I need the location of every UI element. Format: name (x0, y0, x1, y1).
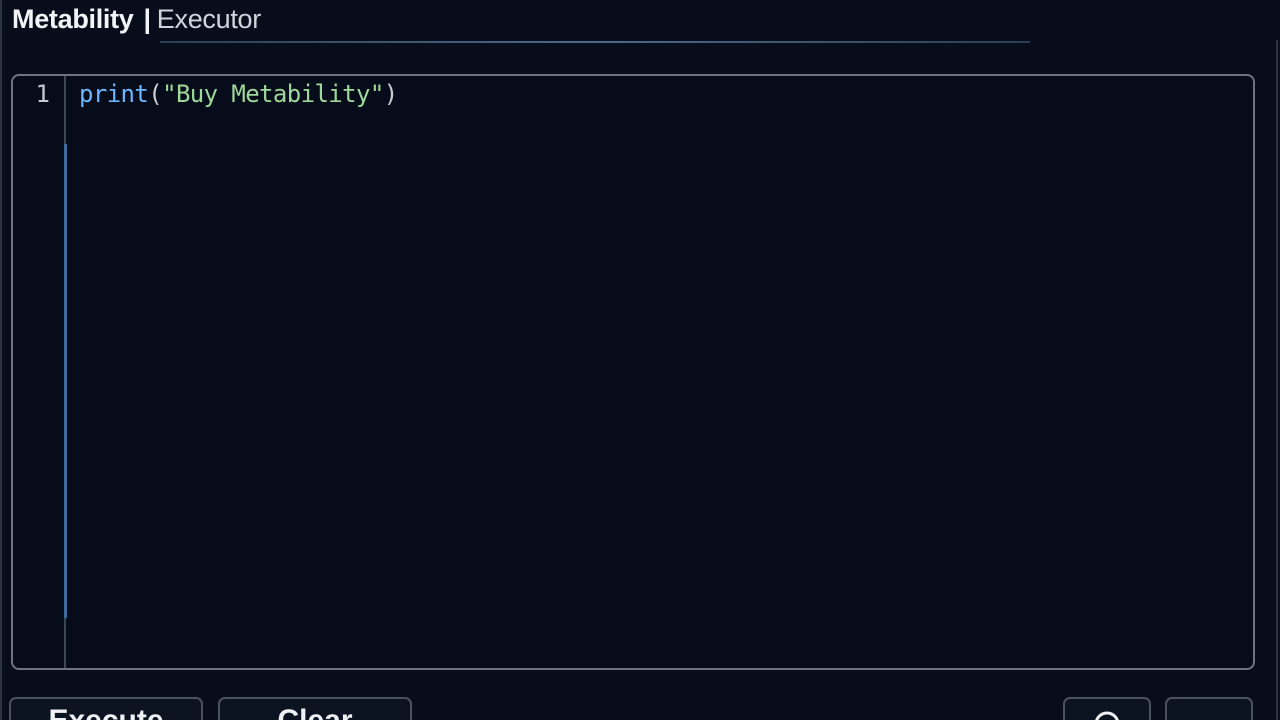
code-editor[interactable]: 1 print("Buy Metability") (11, 74, 1255, 670)
code-string-token: "Buy Metability" (162, 80, 384, 108)
clear-button-label: Clear (277, 704, 352, 720)
title-separator: | (143, 4, 152, 34)
code-function-token: print (79, 80, 149, 108)
line-number: 1 (35, 80, 50, 108)
code-line[interactable]: print("Buy Metability") (79, 79, 398, 109)
code-open-paren: ( (148, 80, 163, 108)
line-gutter: 1 (13, 76, 66, 668)
execute-button[interactable]: Execute (9, 697, 203, 720)
search-button[interactable] (1063, 697, 1151, 720)
r6-icon: R6 (1179, 699, 1239, 720)
clear-button[interactable]: Clear (218, 697, 412, 720)
window-title: Metability | Executor (12, 3, 261, 35)
search-icon (1087, 699, 1127, 720)
page-name: Executor (156, 4, 261, 34)
svg-text:R6: R6 (1189, 715, 1227, 720)
title-underline (160, 41, 1030, 43)
brand-name: Metability (12, 4, 134, 34)
executor-window: Metability | Executor 1 print("Buy Metabil… (0, 0, 1278, 720)
execute-button-label: Execute (48, 704, 163, 720)
gutter-scroll-indicator (64, 144, 67, 618)
code-close-paren: ) (383, 80, 398, 108)
r6-button[interactable]: R6 (1165, 697, 1253, 720)
title-bar: Metability | Executor (2, 0, 1278, 40)
